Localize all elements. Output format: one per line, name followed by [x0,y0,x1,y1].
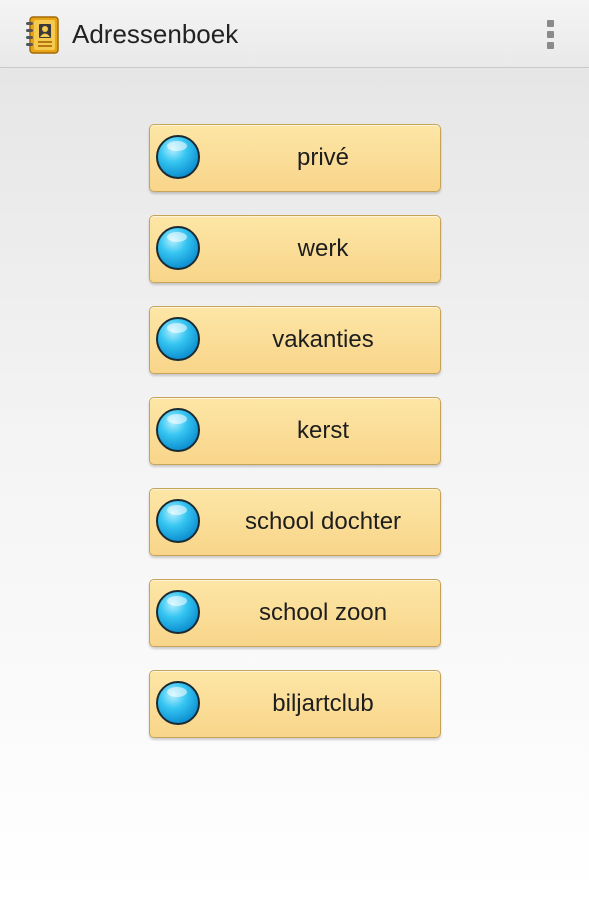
blue-bullet-icon [156,135,200,179]
address-book-icon[interactable] [22,14,64,56]
category-label: school zoon [258,599,388,626]
overflow-dot [546,30,554,38]
blue-bullet-icon [156,317,200,361]
blue-bullet-icon [156,226,200,270]
overflow-dot [546,19,554,27]
blue-bullet-icon [156,499,200,543]
category-label: biljartclub [272,690,374,717]
category-button-vakanties[interactable]: vakanties [149,306,441,374]
category-button-werk[interactable]: werk [149,215,441,283]
action-bar: Adressenboek [0,0,589,68]
overflow-dot [546,41,554,49]
blue-bullet-icon [156,590,200,634]
category-button-school-zoon[interactable]: school zoon [149,579,441,647]
category-button-prive[interactable]: privé [149,124,441,192]
category-button-biljartclub[interactable]: biljartclub [149,670,441,738]
app-title: Adressenboek [72,19,239,49]
category-label: privé [296,144,350,171]
category-label: vakanties [272,326,374,353]
category-label: kerst [296,417,349,444]
category-list: privé werk vakanties kerst school dochte… [149,124,441,761]
category-label: school dochter [244,508,402,535]
overflow-menu-icon[interactable] [537,16,563,52]
category-button-kerst[interactable]: kerst [149,397,441,465]
blue-bullet-icon [156,408,200,452]
main-content: privé werk vakanties kerst school dochte… [0,69,589,900]
category-button-school-dochter[interactable]: school dochter [149,488,441,556]
blue-bullet-icon [156,681,200,725]
category-label: werk [297,235,349,262]
